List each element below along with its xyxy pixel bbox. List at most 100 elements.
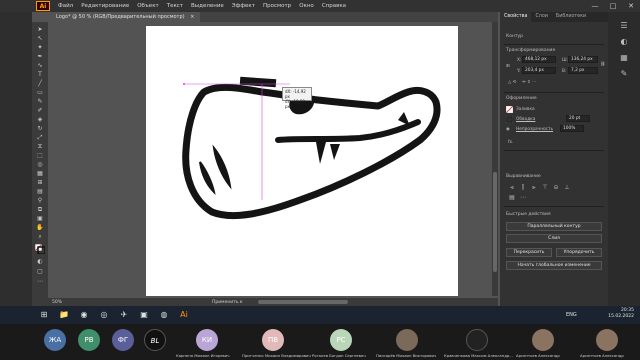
color-panel-icon[interactable]: ◐ — [618, 36, 630, 48]
width-field[interactable]: 136,24 px — [568, 56, 598, 63]
participant-tile[interactable]: ПВ Притченко Михаил Владимирович — [240, 324, 311, 360]
participant-tile[interactable]: Пискарёв Михаил Викторович — [374, 324, 440, 360]
participant-tile[interactable]: ЖА — [0, 324, 78, 360]
height-field[interactable]: 7,2 px — [568, 67, 598, 74]
pen-tool-icon[interactable]: ✒ — [35, 53, 45, 60]
blend-tool-icon[interactable]: ⧉ — [35, 206, 45, 213]
paintbrush-tool-icon[interactable]: ✎ — [35, 98, 45, 105]
zoom-level[interactable]: 50% — [52, 300, 62, 305]
align-top-icon[interactable]: ⊤ — [541, 184, 549, 192]
language-indicator[interactable]: ENG — [566, 312, 577, 318]
stroke-width-field[interactable]: 20 pt — [566, 115, 590, 122]
scroll-thumb[interactable] — [493, 172, 497, 272]
align-bottom-icon[interactable]: ⊥ — [563, 184, 571, 192]
arrange-button[interactable]: Упорядочить — [556, 248, 602, 257]
stroke-label[interactable]: Обводка — [516, 117, 535, 122]
participant-tile[interactable]: Арсентьев Александр — [514, 324, 576, 360]
drawing-mode-icon[interactable]: ◐ — [35, 258, 45, 265]
width-tool-icon[interactable]: ⧖ — [35, 143, 45, 150]
menu-object[interactable]: Объект — [133, 3, 163, 9]
rotate-icon[interactable]: △ ⟲ — [508, 80, 516, 85]
browser-icon[interactable]: ◍ — [158, 309, 170, 321]
gradient-tool-icon[interactable]: ▤ — [35, 188, 45, 195]
close-icon[interactable]: ✕ — [622, 2, 640, 10]
clock[interactable]: 20:35 15.02.2022 — [608, 308, 634, 320]
free-transform-icon[interactable]: ⬚ — [35, 152, 45, 159]
menu-text[interactable]: Текст — [163, 3, 187, 9]
properties-panel-icon[interactable]: ☰ — [618, 20, 630, 32]
hand-tool-icon[interactable]: ✋ — [35, 224, 45, 231]
horizontal-scroll-thumb[interactable] — [258, 300, 348, 304]
shaper-tool-icon[interactable]: ✐ — [35, 107, 45, 114]
maximize-icon[interactable]: □ — [604, 2, 622, 10]
menu-file[interactable]: Файл — [54, 3, 77, 9]
x-field[interactable]: 468,12 px — [522, 56, 556, 63]
align-left-icon[interactable]: ⫷ — [508, 184, 516, 192]
menu-effect[interactable]: Эффект — [228, 3, 259, 9]
type-tool-icon[interactable]: T — [35, 71, 45, 78]
crocodile-logo-drawing[interactable] — [146, 26, 458, 296]
direct-selection-tool-icon[interactable]: ↖ — [35, 35, 45, 42]
stroke-swatch-icon[interactable] — [505, 115, 514, 125]
file-explorer-icon[interactable]: 📁 — [58, 309, 70, 321]
scale-tool-icon[interactable]: ⤢ — [35, 134, 45, 141]
fill-stroke-swatch-icon[interactable] — [34, 243, 46, 255]
offset-path-button[interactable]: Параллельный контур — [506, 222, 602, 231]
rectangle-tool-icon[interactable]: ▭ — [35, 89, 45, 96]
tab-close-icon[interactable]: × — [190, 14, 194, 20]
vertical-scrollbar[interactable] — [492, 22, 498, 296]
artboard-tool-icon[interactable]: ▣ — [35, 215, 45, 222]
distribute-icon[interactable]: ⋯ — [519, 194, 527, 202]
fill-swatch-icon[interactable] — [505, 105, 514, 115]
illustrator-taskbar-icon[interactable]: Ai — [178, 309, 190, 321]
windows-start-icon[interactable]: ⊞ — [38, 309, 50, 321]
eyedropper-tool-icon[interactable]: ⚲ — [35, 197, 45, 204]
chrome-icon[interactable]: ◉ — [78, 309, 90, 321]
global-edit-button[interactable]: Начать глобальное изменение — [506, 261, 602, 270]
tab-layers[interactable]: Слои — [531, 12, 551, 22]
participant-tile[interactable]: BL — [140, 324, 170, 360]
status-mode[interactable]: Применить к — [212, 300, 243, 305]
menu-window[interactable]: Окно — [295, 3, 318, 9]
zoom-tool-icon[interactable]: ⌕ — [35, 233, 45, 240]
document-tab[interactable]: Logo* @ 50 % (RGB/Предварительный просмо… — [50, 12, 201, 22]
telegram-icon[interactable]: ✈ — [118, 309, 130, 321]
fill-label[interactable]: Заливка — [516, 107, 535, 112]
participant-tile[interactable]: Кравченкова Максим Александр... — [442, 324, 514, 360]
menu-edit[interactable]: Редактирование — [77, 3, 133, 9]
align-center-icon[interactable]: ⫿ — [519, 184, 527, 192]
swatches-panel-icon[interactable]: ▦ — [618, 52, 630, 64]
participant-tile[interactable]: РС Рогалев Богдан Сергеевич — [310, 324, 372, 360]
curvature-tool-icon[interactable]: ∿ — [35, 62, 45, 69]
menu-view[interactable]: Просмотр — [259, 3, 295, 9]
ref-point-icon[interactable]: ⊞ — [506, 64, 510, 69]
participant-tile[interactable]: КИ Карпеня Михаил Игоревич — [172, 324, 240, 360]
shape-builder-icon[interactable]: ◎ — [35, 161, 45, 168]
tab-libraries[interactable]: Библиотеки — [552, 12, 590, 22]
participant-tile[interactable]: РВ — [78, 324, 108, 360]
menu-select[interactable]: Выделение — [187, 3, 228, 9]
participant-tile[interactable]: ФГ — [108, 324, 138, 360]
minimize-icon[interactable]: — — [586, 2, 604, 10]
brushes-panel-icon[interactable]: ✎ — [618, 68, 630, 80]
line-tool-icon[interactable]: ╱ — [35, 80, 45, 87]
reflect-icon[interactable]: ⇔ ⇕ ⋯ — [522, 80, 536, 85]
teams-icon[interactable]: ▣ — [138, 309, 150, 321]
align-middle-icon[interactable]: ⊝ — [552, 184, 560, 192]
more-tools-icon[interactable]: ⋯ — [35, 278, 45, 285]
opacity-field[interactable]: 100% — [560, 125, 584, 132]
join-button[interactable]: Слия — [506, 234, 602, 243]
magic-wand-icon[interactable]: ✦ — [35, 44, 45, 51]
align-right-icon[interactable]: ⫸ — [530, 184, 538, 192]
fx-button[interactable]: fx. — [508, 140, 513, 145]
app-icon[interactable]: ◎ — [98, 309, 110, 321]
eraser-tool-icon[interactable]: ◈ — [35, 116, 45, 123]
mesh-tool-icon[interactable]: ⊞ — [35, 179, 45, 186]
opacity-label[interactable]: Непрозрачность — [516, 127, 553, 132]
link-proportions-icon[interactable]: ⛓ — [600, 62, 605, 67]
participant-tile[interactable]: Арсентьев Александр — [578, 324, 640, 360]
perspective-grid-icon[interactable]: ▦ — [35, 170, 45, 177]
menu-help[interactable]: Справка — [318, 3, 350, 9]
rotate-tool-icon[interactable]: ↻ — [35, 125, 45, 132]
tab-properties[interactable]: Свойства — [500, 12, 532, 22]
